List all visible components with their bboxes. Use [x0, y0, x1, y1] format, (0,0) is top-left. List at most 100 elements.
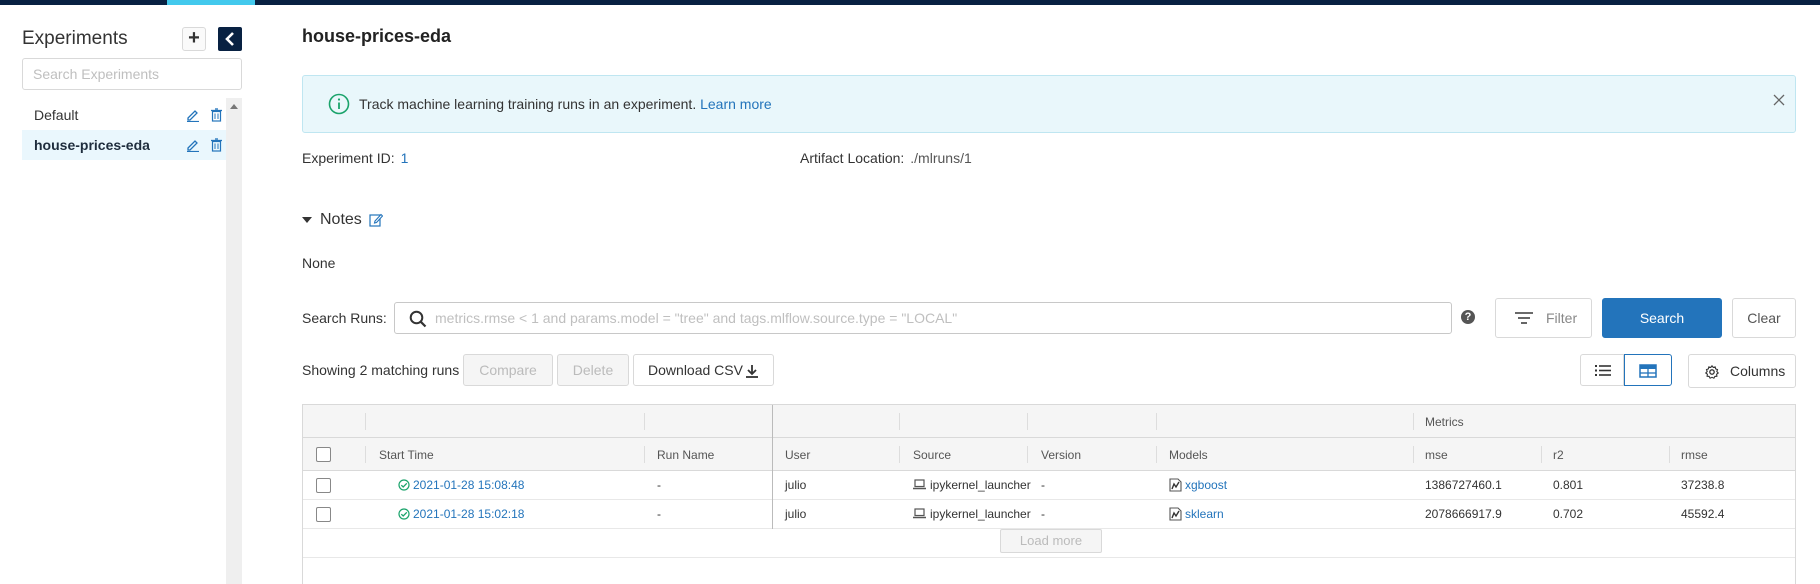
header-user[interactable]: User	[785, 448, 810, 462]
check-circle-icon	[398, 479, 410, 491]
start-time-text: 2021-01-28 15:02:18	[413, 507, 525, 521]
column-divider	[899, 413, 900, 430]
search-runs-input[interactable]	[435, 303, 1445, 333]
trash-icon[interactable]	[210, 138, 223, 152]
source-cell[interactable]: ipykernel_launcher	[913, 507, 1031, 521]
notes-toggle[interactable]: Notes	[302, 211, 362, 229]
row-checkbox[interactable]	[316, 507, 331, 522]
banner-message: Track machine learning training runs in …	[359, 96, 772, 112]
model-icon	[1169, 507, 1182, 521]
header-start-time[interactable]: Start Time	[379, 448, 434, 462]
sidebar-item-default[interactable]: Default	[22, 100, 226, 130]
table-row[interactable]: 2021-01-28 15:08:48 - julio ipykernel_la…	[303, 471, 1795, 500]
columns-label: Columns	[1730, 363, 1786, 379]
close-icon[interactable]	[1773, 94, 1785, 106]
experiment-id-value: 1	[400, 150, 409, 166]
clear-button[interactable]: Clear	[1732, 298, 1796, 338]
header-run-name[interactable]: Run Name	[657, 448, 714, 462]
r2-cell: 0.702	[1553, 507, 1584, 521]
column-group-divider	[772, 438, 773, 471]
header-version[interactable]: Version	[1041, 448, 1081, 462]
experiment-list: Default house-prices-eda	[22, 100, 226, 160]
table-row[interactable]: 2021-01-28 15:02:18 - julio ipykernel_la…	[303, 500, 1795, 529]
search-runs-box[interactable]	[394, 302, 1452, 334]
info-banner: Track machine learning training runs in …	[302, 75, 1796, 133]
header-r2[interactable]: r2	[1553, 448, 1564, 462]
table-view-toggle[interactable]	[1624, 354, 1672, 386]
edit-notes-icon[interactable]	[369, 213, 383, 227]
experiment-id-label: Experiment ID:	[302, 150, 395, 166]
source-cell[interactable]: ipykernel_launcher	[913, 478, 1031, 492]
top-navbar	[0, 0, 1820, 5]
column-divider	[899, 446, 900, 463]
trash-icon[interactable]	[210, 108, 223, 122]
search-experiments-input[interactable]	[22, 58, 242, 90]
column-divider	[1156, 413, 1157, 430]
column-divider	[644, 446, 645, 463]
search-runs-label: Search Runs:	[302, 310, 387, 326]
notes-label: Notes	[320, 211, 362, 228]
matching-runs-count: Showing 2 matching runs	[302, 362, 460, 378]
load-more-button[interactable]: Load more	[1000, 529, 1102, 553]
help-icon[interactable]: ?	[1461, 310, 1475, 324]
source-text: ipykernel_launcher	[930, 478, 1031, 492]
laptop-icon	[913, 479, 926, 490]
collapse-sidebar-button[interactable]	[218, 27, 242, 51]
edit-icon[interactable]	[186, 108, 200, 122]
row-checkbox[interactable]	[316, 478, 331, 493]
header-rmse[interactable]: rmse	[1681, 448, 1708, 462]
filter-label: Filter	[1546, 310, 1578, 326]
header-mse[interactable]: mse	[1425, 448, 1448, 462]
column-divider	[644, 413, 645, 430]
start-time-link[interactable]: 2021-01-28 15:08:48	[398, 478, 524, 492]
list-view-toggle[interactable]	[1580, 354, 1624, 386]
download-csv-button[interactable]: Download CSV	[633, 354, 774, 386]
model-link[interactable]: xgboost	[1169, 478, 1227, 492]
sidebar-scrollbar[interactable]	[226, 98, 242, 584]
artifact-location-value: ./mlruns/1	[910, 150, 972, 166]
column-divider	[1413, 446, 1414, 463]
search-button[interactable]: Search	[1602, 298, 1722, 338]
page-title: house-prices-eda	[302, 26, 452, 46]
select-all-checkbox[interactable]	[316, 447, 331, 462]
source-text: ipykernel_launcher	[930, 507, 1031, 521]
run-name-cell: -	[657, 478, 661, 492]
add-experiment-button[interactable]: +	[182, 27, 206, 51]
notes-content: None	[302, 255, 336, 271]
r2-cell: 0.801	[1553, 478, 1584, 492]
column-divider	[1027, 413, 1028, 430]
version-cell: -	[1041, 507, 1045, 521]
compare-button[interactable]: Compare	[463, 354, 553, 386]
header-models[interactable]: Models	[1169, 448, 1208, 462]
check-circle-icon	[398, 508, 410, 520]
rmse-cell: 37238.8	[1681, 478, 1725, 492]
column-group-divider	[772, 471, 773, 500]
caret-down-icon	[302, 216, 312, 223]
model-text: sklearn	[1185, 507, 1224, 521]
runs-table: Metrics Start Time Run Name User Source …	[302, 404, 1796, 584]
download-icon	[745, 365, 758, 379]
delete-button[interactable]: Delete	[557, 354, 629, 386]
sidebar-title: Experiments	[22, 28, 128, 49]
start-time-link[interactable]: 2021-01-28 15:02:18	[398, 507, 524, 521]
filter-button[interactable]: Filter	[1495, 298, 1592, 338]
info-icon	[328, 93, 350, 115]
rmse-cell: 45592.4	[1681, 507, 1725, 521]
column-divider	[1027, 446, 1028, 463]
header-source[interactable]: Source	[913, 448, 951, 462]
model-link[interactable]: sklearn	[1169, 507, 1224, 521]
scroll-up-arrow-icon[interactable]	[230, 104, 238, 109]
chevron-left-icon	[225, 32, 234, 46]
columns-button[interactable]: Columns	[1688, 354, 1796, 388]
model-text: xgboost	[1185, 478, 1228, 492]
active-nav-indicator	[167, 0, 255, 5]
list-icon	[1595, 365, 1611, 376]
artifact-location: Artifact Location: ./mlruns/1	[800, 150, 972, 166]
edit-icon[interactable]	[186, 138, 200, 152]
column-divider	[1156, 446, 1157, 463]
user-cell: julio	[785, 478, 807, 492]
sidebar-item-house-prices-eda[interactable]: house-prices-eda	[22, 130, 226, 160]
metrics-group-header: Metrics	[1425, 415, 1464, 429]
run-name-cell: -	[657, 507, 661, 521]
learn-more-link[interactable]: Learn more	[700, 96, 772, 112]
